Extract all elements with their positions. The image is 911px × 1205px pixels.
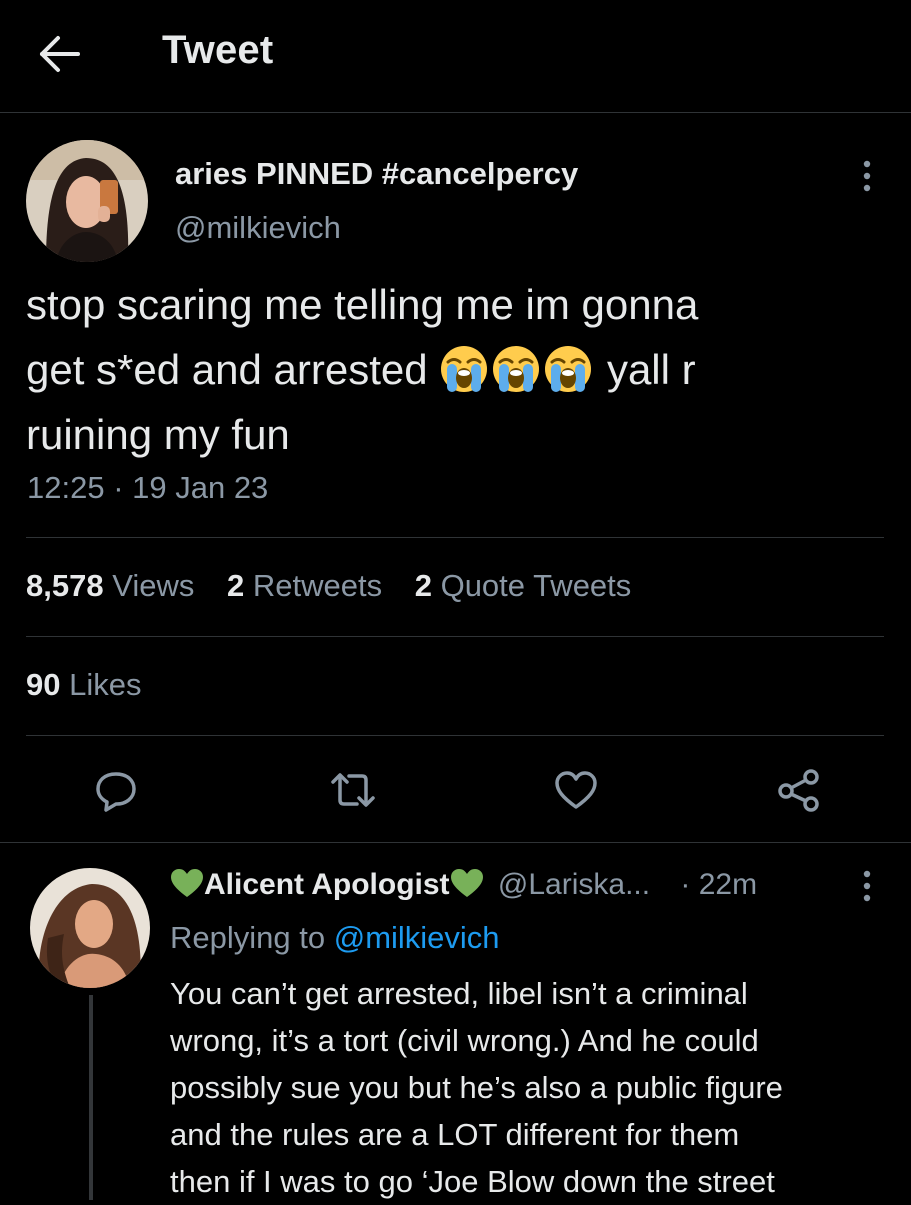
replying-to: Replying to @milkievich	[170, 920, 500, 955]
tweet-text-line: get s*ed and arrested	[26, 346, 428, 393]
reply-more-options-icon[interactable]	[857, 868, 877, 908]
reply-header: Alicent Apologist @Lariska... · 22m	[170, 868, 757, 902]
author-handle[interactable]: @milkievich	[175, 210, 341, 246]
tweet-text: stop scaring me telling me im gonna get …	[26, 272, 886, 467]
actions-bottom-divider	[0, 842, 911, 843]
retweet-icon[interactable]	[329, 766, 377, 814]
likes-stat[interactable]: 90 Likes	[26, 667, 141, 703]
loudly-crying-face-icon	[545, 346, 592, 392]
stats-row: 8,578 Views 2 Retweets 2 Quote Tweets	[26, 568, 655, 604]
green-heart-icon	[171, 869, 203, 897]
stats-bottom-divider	[26, 735, 884, 736]
reply-text-line: wrong, it’s a tort (civil wrong.) And he…	[170, 1023, 759, 1058]
like-icon[interactable]	[552, 766, 600, 814]
tweet-text-line: stop scaring me telling me im gonna	[26, 281, 699, 328]
author-avatar[interactable]	[26, 140, 148, 262]
views-stat[interactable]: 8,578 Views	[26, 568, 194, 604]
reply-text-line: You can’t get arrested, libel isn’t a cr…	[170, 976, 748, 1011]
page-title: Tweet	[162, 28, 274, 72]
reply-text-line: possibly sue you but he’s also a public …	[170, 1070, 783, 1105]
tweet-text-line: yall r	[606, 346, 696, 393]
reply-text: You can’t get arrested, libel isn’t a cr…	[170, 970, 890, 1205]
loudly-crying-face-icon	[493, 346, 540, 392]
loudly-crying-face-icon	[441, 346, 488, 392]
reply-icon[interactable]	[92, 766, 140, 814]
retweets-stat[interactable]: 2 Retweets	[227, 568, 382, 604]
tweet-text-line: ruining my fun	[26, 411, 290, 458]
author-name[interactable]: aries PINNED #cancelpercy	[175, 156, 578, 192]
replying-to-mention[interactable]: @milkievich	[334, 920, 500, 955]
reply-author-handle[interactable]: @Lariska...	[498, 868, 650, 901]
reply-text-line: and the rules are a LOT different for th…	[170, 1117, 740, 1152]
header-divider	[0, 112, 911, 113]
tweet-timestamp[interactable]: 12:25 · 19 Jan 23	[27, 470, 268, 506]
stats-middle-divider	[26, 636, 884, 637]
app-header: Tweet	[0, 0, 911, 112]
reply-author-name[interactable]: Alicent Apologist	[204, 868, 450, 901]
reply-time[interactable]: · 22m	[680, 868, 757, 901]
quote-tweets-stat[interactable]: 2 Quote Tweets	[415, 568, 632, 604]
green-heart-icon	[450, 869, 483, 897]
likes-row: 90 Likes	[26, 667, 165, 703]
back-arrow-icon[interactable]	[36, 30, 84, 78]
reply-author-avatar[interactable]	[30, 868, 150, 988]
stats-top-divider	[26, 537, 884, 538]
share-icon[interactable]	[775, 766, 823, 814]
more-options-icon[interactable]	[857, 158, 877, 198]
thread-line	[89, 995, 93, 1200]
reply-text-line: then if I was to go ‘Joe Blow down the s…	[170, 1164, 775, 1199]
